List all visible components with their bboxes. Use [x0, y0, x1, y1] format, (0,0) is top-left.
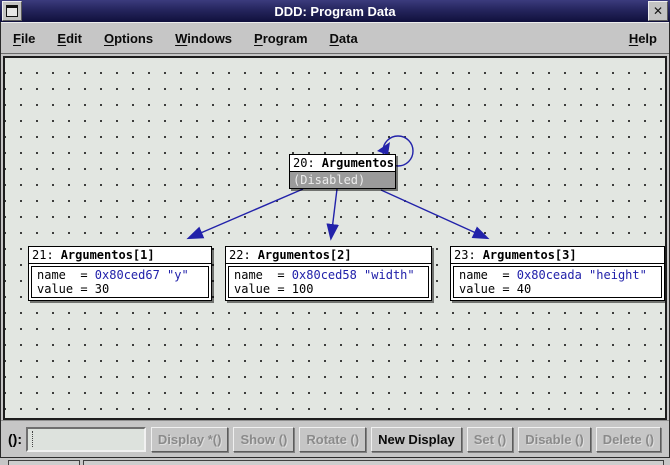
argument-input[interactable]	[26, 427, 146, 452]
delete-button[interactable]: Delete ()	[596, 427, 661, 452]
display-21-argumentos-1[interactable]: 21:Argumentos[1] name = 0x80ced67 "y" va…	[28, 246, 212, 301]
member-name-row: name = 0x80ceada "height"	[459, 268, 656, 282]
display-title: 22:Argumentos[2]	[226, 247, 431, 264]
status-strip-left-panel	[8, 460, 80, 465]
arrow-20-22	[331, 189, 337, 238]
member-value-row: value = 100	[234, 282, 423, 296]
display-value-struct: name = 0x80ced58 "width" value = 100	[228, 266, 429, 298]
menu-options[interactable]: Options	[97, 27, 160, 50]
canvas-frame: 20:Argumentos (Disabled) 21:Argumentos[1…	[3, 56, 667, 420]
status-strip	[0, 457, 670, 465]
ddd-program-data-window: DDD: Program Data ✕ File Edit Options Wi…	[0, 0, 670, 462]
window-title: DDD: Program Data	[0, 4, 670, 19]
close-button[interactable]: ✕	[648, 1, 668, 21]
member-value-row: value = 40	[459, 282, 656, 296]
display-title: 20:Argumentos	[290, 155, 395, 172]
arrow-20-21	[189, 189, 303, 238]
menu-data[interactable]: Data	[323, 27, 365, 50]
display-20-argumentos[interactable]: 20:Argumentos (Disabled)	[289, 154, 396, 189]
new-display-button[interactable]: New Display	[371, 427, 462, 452]
menu-windows[interactable]: Windows	[168, 27, 239, 50]
display-title: 23:Argumentos[3]	[451, 247, 664, 264]
title-bar: DDD: Program Data ✕	[0, 0, 670, 22]
argument-field-label: ():	[8, 431, 22, 447]
show-button[interactable]: Show ()	[233, 427, 294, 452]
text-cursor	[32, 431, 33, 447]
member-name-row: name = 0x80ced67 "y"	[37, 268, 203, 282]
set-button[interactable]: Set ()	[467, 427, 514, 452]
window-icon	[6, 5, 18, 17]
display-status-disabled: (Disabled)	[290, 172, 395, 188]
menu-bar: File Edit Options Windows Program Data H…	[0, 22, 670, 54]
display-button[interactable]: Display *()	[151, 427, 229, 452]
data-display-canvas[interactable]: 20:Argumentos (Disabled) 21:Argumentos[1…	[5, 58, 665, 418]
menu-edit[interactable]: Edit	[50, 27, 89, 50]
member-name-row: name = 0x80ced58 "width"	[234, 268, 423, 282]
menu-help[interactable]: Help	[622, 27, 664, 50]
close-x-icon: ✕	[653, 5, 663, 17]
dependency-arrows	[5, 58, 665, 418]
display-title: 21:Argumentos[1]	[29, 247, 211, 264]
display-value-struct: name = 0x80ced67 "y" value = 30	[31, 266, 209, 298]
rotate-button[interactable]: Rotate ()	[299, 427, 366, 452]
menu-program[interactable]: Program	[247, 27, 314, 50]
display-22-argumentos-2[interactable]: 22:Argumentos[2] name = 0x80ced58 "width…	[225, 246, 432, 301]
status-strip-right-panel	[83, 460, 664, 465]
display-23-argumentos-3[interactable]: 23:Argumentos[3] name = 0x80ceada "heigh…	[450, 246, 665, 301]
arrow-20-23	[381, 190, 487, 238]
argument-toolbar: (): Display *() Show () Rotate () New Di…	[0, 420, 670, 457]
member-value-row: value = 30	[37, 282, 203, 296]
disable-button[interactable]: Disable ()	[518, 427, 591, 452]
menu-file[interactable]: File	[6, 27, 42, 50]
window-menu-button[interactable]	[2, 1, 22, 21]
display-value-struct: name = 0x80ceada "height" value = 40	[453, 266, 662, 298]
